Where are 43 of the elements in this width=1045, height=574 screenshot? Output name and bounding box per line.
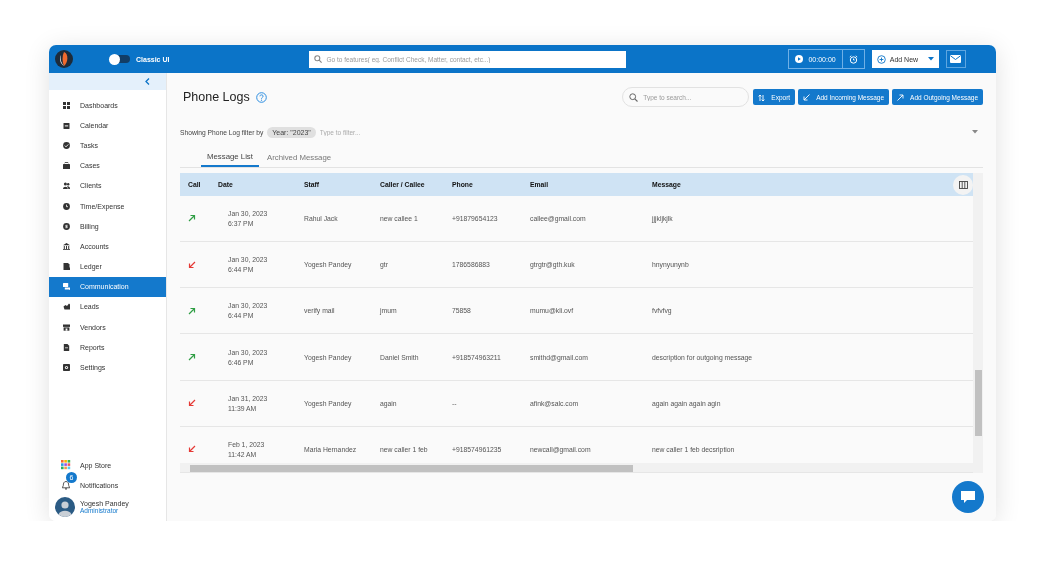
book-icon xyxy=(63,263,70,271)
classic-ui-toggle[interactable] xyxy=(110,55,130,63)
plus-circle-icon xyxy=(876,54,886,64)
caret-down-icon xyxy=(972,130,978,134)
arrow-up-right-icon xyxy=(188,353,196,361)
check-circle-icon xyxy=(63,141,70,149)
store-icon xyxy=(63,323,70,331)
document-icon xyxy=(63,343,70,351)
columns-button[interactable] xyxy=(953,175,973,195)
chat-bubble-icon xyxy=(961,491,975,503)
calendar-icon xyxy=(63,121,70,129)
people-icon xyxy=(63,182,70,190)
bank-icon xyxy=(63,242,70,250)
arrow-down-left-icon xyxy=(188,260,196,269)
gear-square-icon xyxy=(63,364,70,372)
grid-icon xyxy=(63,101,70,109)
play-icon xyxy=(795,55,804,63)
vertical-scrollbar[interactable] xyxy=(973,173,983,473)
alarm-clock-icon xyxy=(848,54,858,64)
arrow-down-left-icon xyxy=(188,399,196,408)
caret-down-icon xyxy=(927,57,934,61)
briefcase-icon xyxy=(63,162,70,170)
coin-icon xyxy=(63,222,70,230)
avatar-icon xyxy=(55,497,75,517)
arrow-down-left-icon xyxy=(188,445,196,454)
arrow-down-left-icon xyxy=(803,93,811,101)
sort-arrows-icon xyxy=(758,93,766,101)
app-grid-icon xyxy=(61,460,71,470)
arrow-up-right-icon xyxy=(188,214,196,223)
chevron-left-icon xyxy=(145,78,150,85)
envelope-icon xyxy=(950,55,962,63)
chat-button[interactable] xyxy=(952,481,984,513)
help-icon xyxy=(255,91,267,103)
horizontal-scrollbar[interactable] xyxy=(180,463,973,472)
bell-icon xyxy=(62,480,70,490)
arrow-up-right-icon xyxy=(188,306,196,315)
page-title: Phone Logs xyxy=(183,90,250,104)
arrow-up-right-icon xyxy=(897,93,905,101)
clock-icon xyxy=(63,202,70,210)
columns-icon xyxy=(958,181,968,189)
mail-button[interactable] xyxy=(945,50,966,68)
chat-icon xyxy=(63,283,70,291)
logo-icon xyxy=(55,50,73,68)
